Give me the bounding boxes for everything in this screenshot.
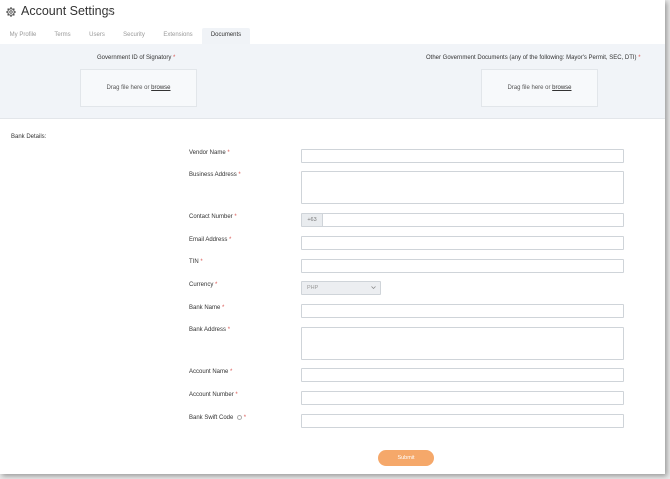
bank-swift-code-input[interactable]	[301, 414, 624, 428]
bank-name-label: Bank Name *	[189, 305, 225, 311]
business-address-textarea[interactable]	[301, 171, 624, 204]
bank-address-label: Bank Address *	[189, 327, 231, 333]
page-header: Account Settings	[0, 0, 665, 28]
email-address-label: Email Address *	[189, 237, 232, 243]
vendor-name-input[interactable]	[301, 149, 624, 163]
bank-details-heading: Bank Details:	[11, 134, 47, 140]
bank-swift-code-label: Bank Swift Code *	[189, 415, 247, 422]
submit-button[interactable]: Submit	[378, 450, 434, 466]
government-id-label: Government ID of Signatory *	[97, 55, 176, 61]
tab-my-profile[interactable]: My Profile	[4, 28, 42, 44]
account-settings-window: Account Settings My Profile Terms Users …	[0, 0, 665, 474]
tin-input[interactable]	[301, 259, 624, 273]
page-title: Account Settings	[21, 4, 115, 18]
tin-label: TIN *	[189, 259, 203, 265]
info-icon[interactable]	[107, 9, 113, 15]
account-number-label: Account Number *	[189, 392, 238, 398]
other-documents-label: Other Government Documents (any of the f…	[426, 55, 641, 61]
other-documents-dropzone[interactable]: Drag file here or browse	[481, 69, 598, 107]
country-code-prefix: +63	[302, 214, 323, 226]
currency-select[interactable]: PHP	[301, 281, 381, 295]
browse-link[interactable]: browse	[552, 85, 571, 91]
contact-number-input[interactable]: +63	[301, 213, 624, 227]
tab-security[interactable]: Security	[118, 28, 150, 44]
business-address-label: Business Address *	[189, 172, 241, 178]
bank-name-input[interactable]	[301, 304, 624, 318]
tab-extensions[interactable]: Extensions	[158, 28, 198, 44]
government-id-dropzone[interactable]: Drag file here or browse	[80, 69, 197, 107]
chevron-down-icon	[371, 286, 376, 290]
help-icon[interactable]	[237, 415, 243, 420]
contact-number-label: Contact Number *	[189, 214, 237, 220]
currency-label: Currency *	[189, 282, 218, 288]
settings-tabs: My Profile Terms Users Security Extensio…	[0, 28, 665, 44]
account-name-input[interactable]	[301, 368, 624, 382]
vendor-name-label: Vendor Name *	[189, 150, 230, 156]
bank-address-textarea[interactable]	[301, 327, 624, 360]
tab-terms[interactable]: Terms	[49, 28, 76, 44]
tab-users[interactable]: Users	[84, 28, 110, 44]
email-address-input[interactable]	[301, 236, 624, 250]
account-number-input[interactable]	[301, 391, 624, 405]
gear-icon	[6, 7, 16, 17]
document-upload-section: Government ID of Signatory * Drag file h…	[0, 44, 665, 119]
tab-documents[interactable]: Documents	[202, 28, 250, 44]
browse-link[interactable]: browse	[151, 85, 170, 91]
account-name-label: Account Name *	[189, 369, 233, 375]
